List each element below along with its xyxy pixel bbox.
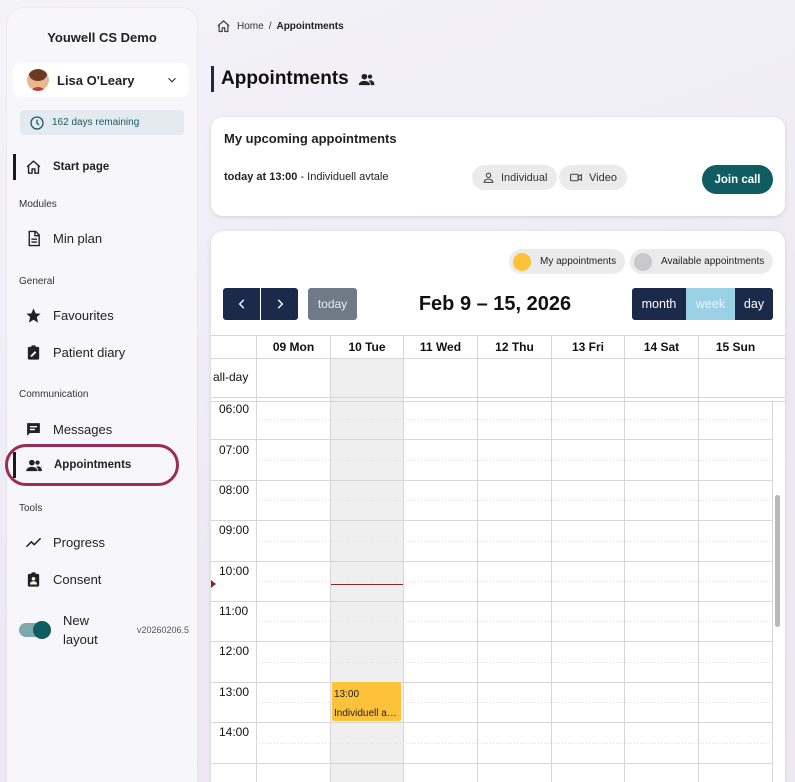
page-title: Appointments <box>211 66 376 92</box>
section-modules: Modules <box>19 199 57 210</box>
new-layout-label: New layout <box>63 613 98 647</box>
now-indicator-line <box>331 584 403 585</box>
chip-video: Video <box>559 165 627 190</box>
time-label: 10:00 <box>219 564 250 578</box>
day-header[interactable]: 09 Mon <box>257 335 330 359</box>
nav-favourites-label: Favourites <box>53 307 114 323</box>
clock-icon <box>30 115 44 130</box>
calendar-card: My appointments Available appointments t… <box>211 231 785 782</box>
home-icon[interactable] <box>216 19 231 34</box>
time-label: 06:00 <box>219 402 250 416</box>
upcoming-appointment-line: today at 13:00 - Individuell avtale <box>224 171 388 183</box>
user-name: Lisa O'Leary <box>57 72 135 88</box>
org-name: Youwell CS Demo <box>47 30 157 45</box>
time-label: 13:00 <box>219 685 250 699</box>
chip-individual-label: Individual <box>501 171 548 184</box>
nav-favourites[interactable]: Favourites <box>13 302 183 328</box>
day-header[interactable]: 15 Sun <box>699 335 772 359</box>
version-text: v20260206.5 <box>136 625 189 635</box>
time-label: 08:00 <box>219 483 250 497</box>
event-time: 13:00 <box>334 689 360 700</box>
time-label: 09:00 <box>219 523 250 537</box>
layout-toggle-row: New layout v20260206.5 <box>19 612 189 648</box>
nav-min-plan-label: Min plan <box>53 230 103 246</box>
day-header[interactable]: 12 Thu <box>478 335 551 359</box>
sidebar: Youwell CS Demo Lisa O'Leary 162 days re… <box>5 8 197 782</box>
nav-start-page[interactable]: Start page <box>13 154 183 180</box>
upcoming-appointments-card: My upcoming appointments today at 13:00 … <box>211 117 785 216</box>
section-communication: Communication <box>19 389 89 400</box>
nav-consent-label: Consent <box>53 571 102 587</box>
page-title-text: Appointments <box>221 68 349 89</box>
home-icon <box>26 159 41 174</box>
people-icon <box>358 73 375 85</box>
calendar-scrollbar[interactable] <box>775 495 780 627</box>
new-layout-toggle[interactable] <box>19 621 51 639</box>
now-indicator-arrow <box>211 580 216 588</box>
star-icon <box>26 307 41 323</box>
nav-consent[interactable]: Consent <box>13 566 183 592</box>
calendar-event[interactable]: 13:00 Individuell avtale <box>332 682 401 721</box>
chip-individual: Individual <box>472 165 558 190</box>
document-icon <box>28 230 40 246</box>
nav-patient-diary-label: Patient diary <box>53 344 126 360</box>
nav-messages[interactable]: Messages <box>13 416 183 442</box>
day-header[interactable]: 11 Wed <box>404 335 477 359</box>
days-remaining-badge: 162 days remaining <box>20 110 184 135</box>
nav-progress[interactable]: Progress <box>13 529 183 555</box>
upcoming-title: My upcoming appointments <box>224 131 397 146</box>
breadcrumb-separator: / <box>268 21 272 32</box>
appointments-highlight-ring <box>5 444 179 486</box>
all-day-label: all-day <box>213 370 249 384</box>
day-header[interactable]: 13 Fri <box>552 335 624 359</box>
user-selector[interactable]: Lisa O'Leary <box>13 63 189 97</box>
nav-progress-label: Progress <box>53 534 106 550</box>
join-call-button[interactable]: Join call <box>702 165 773 194</box>
user-avatar <box>27 69 49 91</box>
day-header[interactable]: 10 Tue <box>331 335 403 359</box>
day-header[interactable]: 14 Sat <box>625 335 698 359</box>
message-icon <box>27 422 40 436</box>
person-icon <box>483 172 494 183</box>
days-remaining-text: 162 days remaining <box>52 117 140 128</box>
upcoming-when: today at 13:00 <box>224 171 298 183</box>
nav-start-page-label: Start page <box>53 161 110 173</box>
consent-icon <box>27 571 40 587</box>
upcoming-description: - Individuell avtale <box>297 171 389 183</box>
section-general: General <box>19 276 55 287</box>
time-label: 12:00 <box>219 644 250 658</box>
chevron-down-icon <box>168 77 176 83</box>
time-label: 07:00 <box>219 443 250 457</box>
time-label: 11:00 <box>219 604 249 618</box>
event-title: Individuell avtale <box>334 708 399 719</box>
video-icon <box>570 173 582 182</box>
time-label: 14:00 <box>219 725 250 739</box>
nav-patient-diary[interactable]: Patient diary <box>13 339 183 365</box>
chip-video-label: Video <box>589 171 617 184</box>
calendar-grid <box>211 335 785 782</box>
breadcrumb: Home / Appointments <box>216 19 344 34</box>
breadcrumb-current: Appointments <box>276 21 344 32</box>
section-tools: Tools <box>19 503 43 514</box>
breadcrumb-home[interactable]: Home <box>237 21 264 32</box>
nav-min-plan[interactable]: Min plan <box>13 225 183 251</box>
nav-messages-label: Messages <box>53 421 113 437</box>
diary-icon <box>27 344 40 360</box>
trend-icon <box>25 537 42 547</box>
